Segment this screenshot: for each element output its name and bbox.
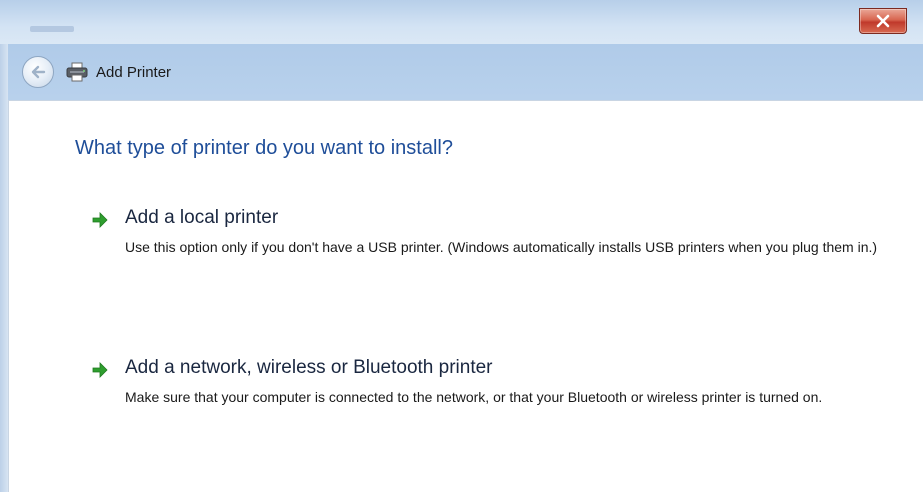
printer-icon xyxy=(66,62,88,82)
window-title: Add Printer xyxy=(96,63,172,81)
add-network-printer-description: Make sure that your computer is connecte… xyxy=(125,389,823,405)
green-arrow-icon xyxy=(92,362,108,378)
add-local-printer-title[interactable]: Add a local printer xyxy=(125,207,278,229)
wizard-content: What type of printer do you want to inst… xyxy=(8,100,923,492)
add-network-printer-title[interactable]: Add a network, wireless or Bluetooth pri… xyxy=(125,357,493,379)
green-arrow-icon xyxy=(92,212,108,228)
title-bar[interactable] xyxy=(0,0,923,44)
close-icon xyxy=(876,14,890,28)
title-bar-ghost-text xyxy=(30,26,74,32)
window-left-border xyxy=(0,44,8,492)
close-button[interactable] xyxy=(859,8,907,34)
navigation-bar: Add Printer xyxy=(8,48,923,96)
back-arrow-icon xyxy=(31,65,46,79)
add-local-printer-option[interactable]: Add a local printer Use this option only… xyxy=(91,207,891,287)
add-printer-window: Add Printer What type of printer do you … xyxy=(0,0,923,492)
add-network-printer-option[interactable]: Add a network, wireless or Bluetooth pri… xyxy=(91,357,891,437)
add-local-printer-description: Use this option only if you don't have a… xyxy=(125,239,878,255)
page-heading: What type of printer do you want to inst… xyxy=(75,137,453,159)
back-button[interactable] xyxy=(22,56,54,88)
